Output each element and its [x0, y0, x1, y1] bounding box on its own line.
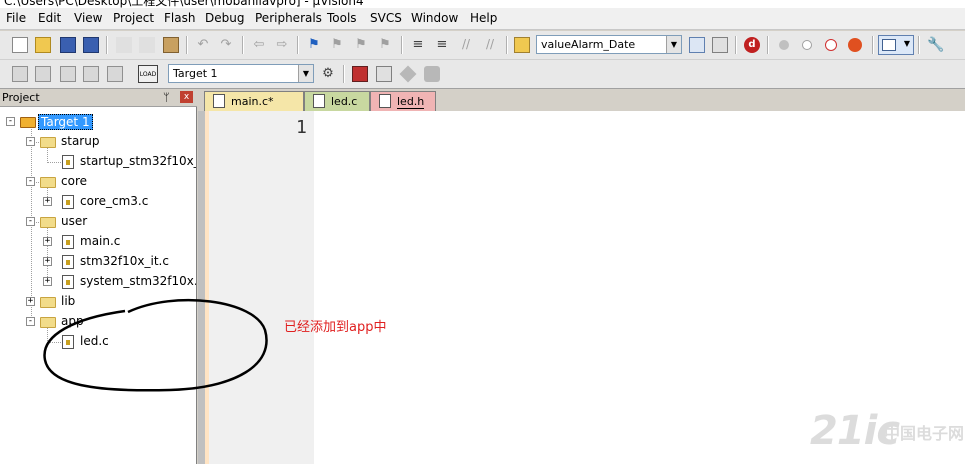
- watermark-text: 中国电子网: [884, 424, 965, 443]
- hand-drawn-circle: [43, 298, 268, 392]
- annotation-text: 已经添加到app中: [284, 320, 387, 335]
